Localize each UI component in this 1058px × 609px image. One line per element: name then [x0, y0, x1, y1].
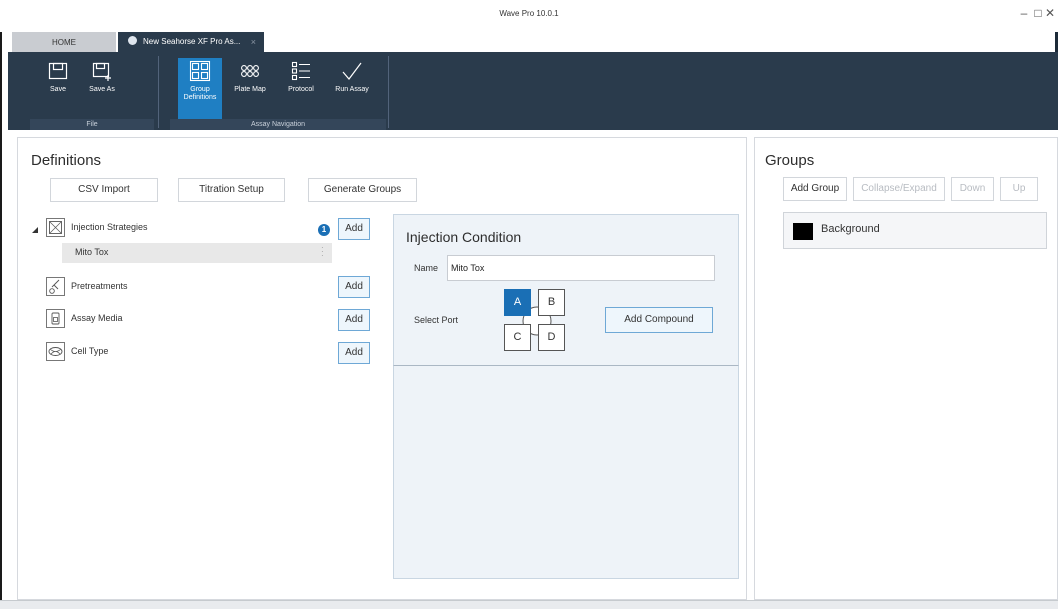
add-pretreatment-button[interactable]: Add: [338, 276, 370, 298]
injection-strategies-icon: [46, 218, 65, 237]
run-assay-icon: [342, 62, 362, 80]
collapse-expand-button[interactable]: Collapse/Expand: [853, 177, 945, 201]
tree-item-cell-type[interactable]: Cell Type: [46, 342, 326, 364]
group-item-background[interactable]: Background: [783, 212, 1047, 249]
name-input[interactable]: Mito Tox: [447, 255, 715, 281]
ribbon-separator: [388, 56, 389, 128]
save-as-label: Save As: [89, 86, 115, 93]
port-b-button[interactable]: B: [538, 289, 565, 316]
group-definitions-icon: [189, 60, 211, 82]
ribbon: Save Save As Group Definitions Plate Map…: [8, 52, 1058, 130]
assay-file-icon: [128, 36, 137, 45]
port-a-button[interactable]: A: [504, 289, 531, 316]
plate-map-label: Plate Map: [234, 86, 266, 93]
group-definitions-label: Group Definitions: [183, 86, 217, 101]
run-assay-button[interactable]: Run Assay: [330, 58, 374, 122]
plate-map-icon: [241, 65, 259, 77]
up-button[interactable]: Up: [1000, 177, 1038, 201]
save-label: Save: [50, 86, 66, 93]
protocol-icon: [291, 61, 310, 81]
select-port-label: Select Port: [414, 315, 459, 325]
count-badge: 1: [318, 224, 330, 236]
groups-panel: [754, 137, 1058, 600]
tab-assay[interactable]: New Seahorse XF Pro As... ×: [118, 32, 264, 52]
tab-home[interactable]: HOME: [12, 32, 116, 52]
group-definitions-button[interactable]: Group Definitions: [178, 58, 222, 122]
assay-media-icon: [46, 309, 65, 328]
run-assay-label: Run Assay: [335, 86, 369, 93]
status-bar: [0, 600, 1058, 609]
compound-list-area: [393, 365, 739, 579]
assay-navigation-group-label: Assay Navigation: [170, 119, 386, 130]
port-d-button[interactable]: D: [538, 324, 565, 351]
pretreatments-icon: [46, 277, 65, 296]
add-group-button[interactable]: Add Group: [783, 177, 847, 201]
save-as-button[interactable]: Save As: [80, 58, 124, 122]
tree-item-injection-strategies[interactable]: Injection Strategies: [46, 218, 326, 240]
tab-close-icon[interactable]: ×: [251, 32, 256, 52]
add-compound-button[interactable]: Add Compound: [605, 307, 713, 333]
injection-condition-title: Injection Condition: [406, 229, 522, 245]
protocol-label: Protocol: [288, 86, 314, 93]
window-left-border: [0, 0, 2, 609]
name-label: Name: [414, 263, 439, 273]
tree-item-label: Cell Type: [71, 346, 109, 356]
tree-item-label: Pretreatments: [71, 281, 128, 291]
tree-item-label: Assay Media: [71, 313, 123, 323]
add-cell-type-button[interactable]: Add: [338, 342, 370, 364]
cell-type-icon: [46, 342, 65, 361]
titration-setup-button[interactable]: Titration Setup: [178, 178, 285, 202]
save-button[interactable]: Save: [36, 58, 80, 122]
groups-title: Groups: [765, 152, 815, 169]
tree-child-label: Mito Tox: [75, 247, 109, 257]
tree-item-assay-media[interactable]: Assay Media: [46, 309, 326, 331]
csv-import-button[interactable]: CSV Import: [50, 178, 158, 202]
add-assay-media-button[interactable]: Add: [338, 309, 370, 331]
generate-groups-button[interactable]: Generate Groups: [308, 178, 417, 202]
tab-assay-label: New Seahorse XF Pro As...: [143, 37, 241, 46]
more-options-icon[interactable]: · · ·: [321, 244, 324, 260]
definitions-title: Definitions: [31, 152, 102, 169]
plate-map-button[interactable]: Plate Map: [228, 58, 272, 122]
injection-condition-panel: Injection Condition Name Mito Tox Select…: [393, 214, 739, 366]
title-bar: Wave Pro 10.0.1 – □ ✕: [0, 0, 1058, 32]
tree-item-pretreatments[interactable]: Pretreatments: [46, 277, 326, 299]
port-c-button[interactable]: C: [504, 324, 531, 351]
window-title: Wave Pro 10.0.1: [499, 9, 559, 18]
tree-item-label: Injection Strategies: [71, 222, 148, 232]
add-injection-strategy-button[interactable]: Add: [338, 218, 370, 240]
file-group-label: File: [30, 119, 154, 130]
tree-child-mito-tox[interactable]: Mito Tox · · ·: [62, 243, 332, 263]
save-icon: [48, 62, 68, 80]
group-item-label: Background: [821, 223, 880, 235]
protocol-button[interactable]: Protocol: [279, 58, 323, 122]
save-as-icon: [92, 62, 111, 81]
group-color-swatch[interactable]: [793, 223, 813, 240]
close-button[interactable]: ✕: [1042, 6, 1058, 20]
down-button[interactable]: Down: [951, 177, 994, 201]
ribbon-separator: [158, 56, 159, 128]
